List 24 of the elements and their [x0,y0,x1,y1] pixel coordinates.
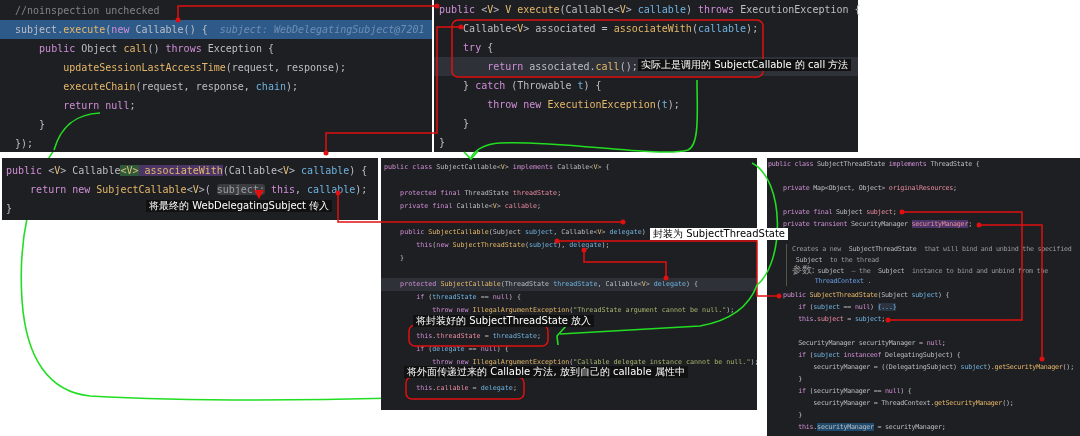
code-line: } [6,202,13,216]
annotation-note: 将外面传递过来的 Callable 方法, 放到自己的 callable 属性中 [404,366,688,378]
code-line: return null; [63,99,136,113]
code-line: public <V> V execute(Callable<V> callable) throws ExecutionException { [439,3,861,17]
annotation-note: 封装为 SubjectThreadState [650,228,788,240]
annotation-note: 将最终的 WebDelegatingSubject 传入 [146,200,333,212]
code-line: //noinspection unchecked [15,4,160,18]
code-line: Callable<V> associated = associateWith(callable); [463,22,759,36]
code-line: } [439,136,446,150]
annotation-note: 将封装好的 SubjectThreadState 放入 [413,315,595,327]
annotation-note: 实际上是调用的 SubjectCallable 的 call 方法 [638,59,852,71]
code-line: public Object call() throws Exception { [39,42,274,56]
code-line: } [463,117,470,131]
code-line: } [39,118,46,132]
hand-drawn-line [53,112,101,151]
code-line: executeChain(request, response, chain); [63,80,298,94]
code-line: } catch (Throwable t) { [463,79,602,93]
code-line: updateSessionLastAccessTime(request, response); [63,61,347,75]
code-line: subject.execute(new Callable() { subject: WebDelegatingSubject@7201 [15,23,425,37]
code-line: throw new ExecutionException(t); [487,98,680,112]
code-line: }); [15,137,34,151]
code-line: public <V> Callable<V> associateWith(Callable<V> callable) { [6,164,368,178]
code-line: try { [463,41,494,55]
code-line: return associated.call(); [487,60,638,74]
